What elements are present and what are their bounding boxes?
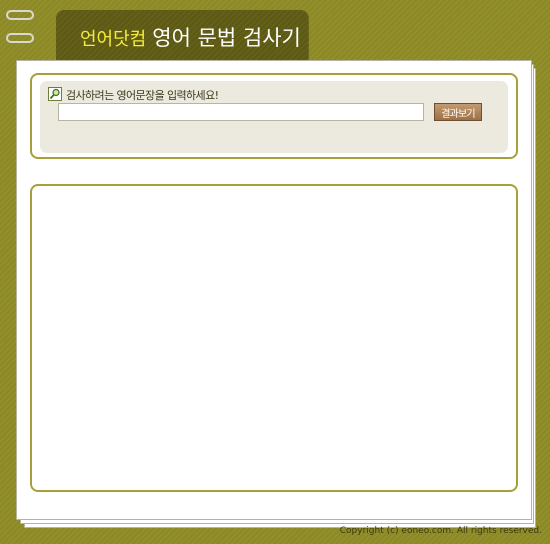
search-panel: 검사하려는 영어문장을 입력하세요! 결과보기 bbox=[40, 81, 508, 153]
result-area bbox=[30, 184, 518, 492]
sentence-input[interactable] bbox=[58, 103, 424, 121]
app-title: 영어 문법 검사기 bbox=[152, 26, 301, 50]
magnifier-icon bbox=[48, 87, 62, 101]
title-tab: 언어닷컴 영어 문법 검사기 bbox=[56, 10, 308, 62]
brand-name: 언어닷컴 bbox=[80, 29, 147, 50]
search-box: 검사하려는 영어문장을 입력하세요! 결과보기 bbox=[30, 73, 518, 159]
page-title: 언어닷컴 영어 문법 검사기 bbox=[80, 22, 301, 52]
binder-ring-icon bbox=[6, 10, 34, 20]
binder-ring-icon bbox=[6, 33, 34, 43]
input-prompt: 검사하려는 영어문장을 입력하세요! bbox=[66, 89, 219, 102]
view-result-button[interactable]: 결과보기 bbox=[434, 103, 482, 121]
copyright-text: Copyright (c) eoneo.com. All rights rese… bbox=[339, 526, 542, 536]
